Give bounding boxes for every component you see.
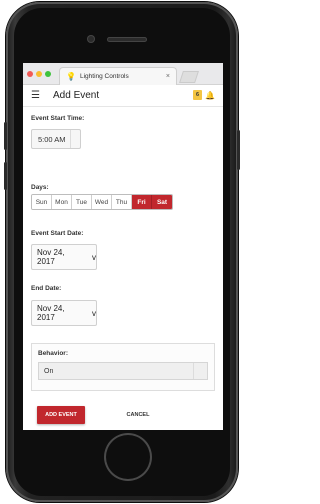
app-header: ☰ Add Event 6 🔔 bbox=[23, 85, 223, 107]
day-tue[interactable]: Tue bbox=[72, 195, 92, 209]
minimize-window-button[interactable] bbox=[36, 71, 42, 77]
day-mon[interactable]: Mon bbox=[52, 195, 72, 209]
add-event-button[interactable]: ADD EVENT bbox=[37, 406, 85, 424]
page-title: Add Event bbox=[53, 90, 100, 101]
end-date-toggle[interactable]: v bbox=[92, 309, 96, 318]
day-fri[interactable]: Fri bbox=[132, 195, 152, 209]
behavior-card: Behavior: On bbox=[31, 343, 215, 391]
front-camera bbox=[87, 35, 95, 43]
volume-up-button bbox=[4, 122, 7, 150]
end-date-picker[interactable]: Nov 24, 2017 v bbox=[31, 300, 97, 326]
earpiece-speaker bbox=[107, 37, 147, 42]
tab-title: Lighting Controls bbox=[79, 73, 129, 80]
chevron-down-icon bbox=[70, 130, 80, 148]
end-date-label: End Date: bbox=[31, 285, 62, 292]
start-time-select[interactable]: 5:00 AM bbox=[31, 129, 81, 149]
chevron-down-icon bbox=[193, 363, 207, 379]
cancel-button[interactable]: CANCEL bbox=[118, 406, 158, 424]
maximize-window-button[interactable] bbox=[45, 71, 51, 77]
close-window-button[interactable] bbox=[27, 71, 33, 77]
new-tab-button[interactable] bbox=[179, 71, 199, 83]
home-button[interactable] bbox=[104, 433, 152, 481]
start-time-label: Event Start Time: bbox=[31, 115, 85, 122]
behavior-label: Behavior: bbox=[38, 350, 68, 357]
behavior-select[interactable]: On bbox=[38, 362, 208, 380]
browser-tab-bar: 💡 Lighting Controls × bbox=[23, 63, 223, 85]
window-controls bbox=[27, 71, 51, 77]
phone-screen: 💡 Lighting Controls × ☰ Add Event 6 🔔 Ev… bbox=[23, 63, 223, 430]
start-date-picker[interactable]: Nov 24, 2017 v bbox=[31, 244, 97, 270]
day-sun[interactable]: Sun bbox=[32, 195, 52, 209]
volume-down-button bbox=[4, 162, 7, 190]
start-date-toggle[interactable]: v bbox=[92, 253, 96, 262]
day-thu[interactable]: Thu bbox=[112, 195, 132, 209]
tab-close-icon[interactable]: × bbox=[166, 73, 170, 80]
start-date-label: Event Start Date: bbox=[31, 230, 84, 237]
browser-tab[interactable]: 💡 Lighting Controls × bbox=[59, 67, 177, 85]
day-wed[interactable]: Wed bbox=[92, 195, 112, 209]
notification-count-badge[interactable]: 6 bbox=[192, 90, 203, 100]
hamburger-menu-icon[interactable]: ☰ bbox=[31, 90, 47, 101]
lightbulb-icon: 💡 bbox=[66, 72, 76, 81]
end-date-value: Nov 24, 2017 bbox=[37, 304, 65, 322]
day-sat[interactable]: Sat bbox=[152, 195, 172, 209]
start-time-value: 5:00 AM bbox=[38, 134, 66, 144]
bell-icon[interactable]: 🔔 bbox=[205, 91, 215, 100]
power-button bbox=[237, 130, 240, 170]
header-actions: 6 🔔 bbox=[192, 90, 215, 100]
days-selector: Sun Mon Tue Wed Thu Fri Sat bbox=[31, 194, 173, 210]
behavior-value: On bbox=[44, 367, 54, 375]
days-label: Days: bbox=[31, 184, 49, 191]
start-date-value: Nov 24, 2017 bbox=[37, 248, 65, 266]
